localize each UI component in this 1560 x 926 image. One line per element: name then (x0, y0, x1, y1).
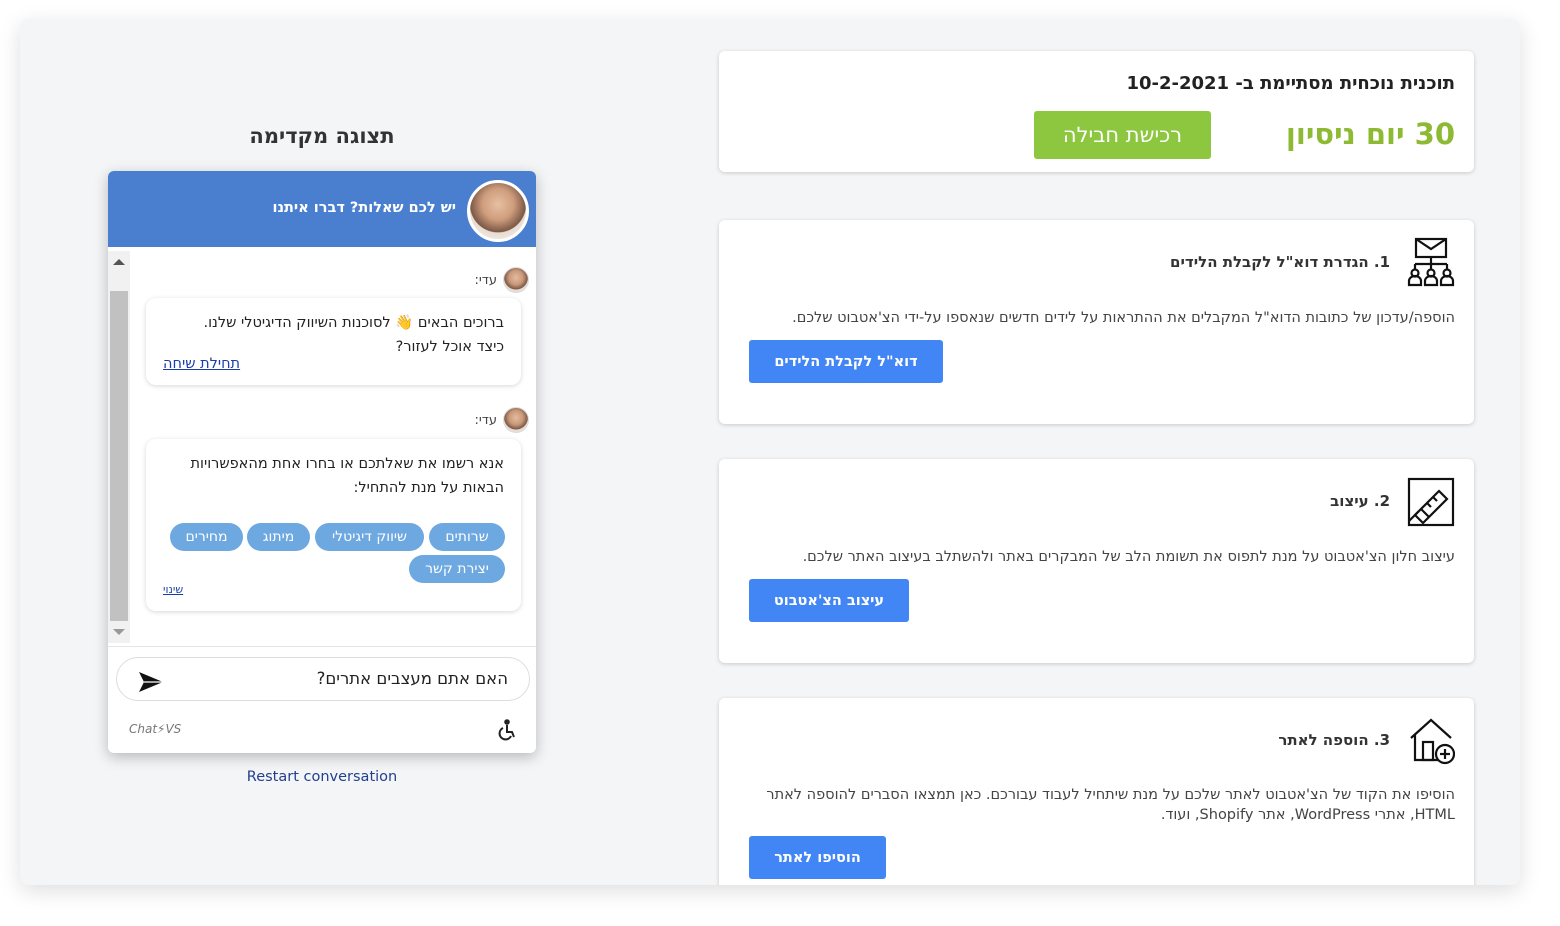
leads-email-button[interactable]: דוא"ל לקבלת הלידים (749, 340, 943, 383)
message-sender: עדי: (474, 267, 529, 293)
step-title-design: 2. עיצוב (1330, 492, 1390, 510)
chat-input-area: האם אתם מעצבים אתרים? (108, 646, 536, 706)
sender-avatar (503, 267, 529, 293)
chat-header-title: יש לכם שאלות? דברו איתנו (272, 200, 456, 216)
scroll-down-arrow-icon[interactable] (113, 629, 125, 635)
plan-title: תוכנית נוכחית מסתיימת ב- 10-2-2021 (1126, 73, 1455, 94)
send-icon[interactable] (138, 671, 164, 693)
chat-header: יש לכם שאלות? דברו איתנו (108, 171, 536, 247)
quick-reply-chip[interactable]: מיתוג (247, 523, 310, 551)
chat-message-bubble: ברוכים הבאים 👋 לסוכנות השיווק הדיגיטלי ש… (146, 298, 521, 385)
message-line: אנא רשמו את שאלתכם או בחרו אחת מהאפשרויו… (190, 456, 505, 472)
add-house-icon (1410, 718, 1455, 765)
app-frame: תוכנית נוכחית מסתיימת ב- 10-2-2021 30 יו… (20, 19, 1520, 885)
step-card-install: 3. הוספה לאתר הוסיפו את הקוד של הצ'אטבוט… (719, 698, 1474, 885)
message-line: הבאות על מנת להתחיל: (353, 480, 504, 496)
quick-reply-chip[interactable]: שיווק דיגיטלי (315, 523, 424, 551)
chat-footer: Chat⚡VS (108, 709, 536, 753)
quick-reply-chip[interactable]: מחירים (170, 523, 243, 551)
step-description-install: הוסיפו את הקוד של הצ'אטבוט לאתר שלכם על … (766, 787, 1455, 823)
chat-scrollbar[interactable] (108, 251, 130, 643)
chat-input-value: האם אתם מעצבים אתרים? (316, 669, 508, 688)
step-title-install: 3. הוספה לאתר (1278, 731, 1390, 749)
network-email-icon (1407, 237, 1455, 287)
change-link[interactable]: שינוי (163, 583, 183, 596)
step-title-email: 1. הגדרת דוא"ל לקבלת הלידים (1170, 253, 1390, 271)
message-text: ברוכים הבאים 👋 לסוכנות השיווק הדיגיטלי ש… (160, 311, 504, 359)
accessibility-icon[interactable] (495, 719, 517, 741)
chat-widget: יש לכם שאלות? דברו איתנו עדי: ברוכים הבא… (108, 171, 536, 753)
start-conversation-link[interactable]: תחילת שיחה (163, 356, 240, 372)
sender-avatar (503, 407, 529, 433)
plan-card: תוכנית נוכחית מסתיימת ב- 10-2-2021 30 יו… (719, 51, 1474, 172)
restart-conversation-link[interactable]: Restart conversation (128, 769, 516, 785)
buy-package-button[interactable]: רכישת חבילה (1034, 111, 1211, 159)
step-description-design: עיצוב חלון הצ'אטבוט על מנת לתפוס את תשומ… (802, 549, 1455, 565)
scrollbar-thumb[interactable] (110, 291, 128, 621)
message-text: אנא רשמו את שאלתכם או בחרו אחת מהאפשרויו… (160, 452, 505, 500)
add-to-site-button[interactable]: הוסיפו לאתר (749, 836, 886, 879)
chat-message-bubble: אנא רשמו את שאלתכם או בחרו אחת מהאפשרויו… (146, 439, 521, 611)
step-description-email: הוספה/עדכון של כתובות הדוא"ל המקבלים את … (792, 310, 1455, 326)
agent-avatar (467, 180, 529, 242)
sender-name: עדי: (474, 412, 497, 428)
message-sender: עדי: (474, 407, 529, 433)
design-chatbot-button[interactable]: עיצוב הצ'אטבוט (749, 579, 909, 622)
step-card-email: 1. הגדרת דוא"ל לקבלת הלידים הוספה/עדכון … (719, 220, 1474, 424)
quick-reply-chip[interactable]: שרותים (429, 523, 505, 551)
message-line: ברוכים הבאים 👋 לסוכנות השיווק הדיגיטלי ש… (203, 315, 504, 331)
quick-reply-chip[interactable]: יצירת קשר (409, 555, 505, 583)
brand-logo: Chat⚡VS (129, 722, 182, 736)
design-pen-icon (1407, 477, 1455, 527)
preview-title: תצוגה מקדימה (249, 124, 395, 148)
sender-name: עדי: (474, 272, 497, 288)
chat-message-input[interactable]: האם אתם מעצבים אתרים? (116, 657, 530, 701)
scroll-up-arrow-icon[interactable] (113, 259, 125, 265)
trial-label: 30 יום ניסיון (1285, 117, 1455, 151)
step-card-design: 2. עיצוב עיצוב חלון הצ'אטבוט על מנת לתפו… (719, 459, 1474, 663)
